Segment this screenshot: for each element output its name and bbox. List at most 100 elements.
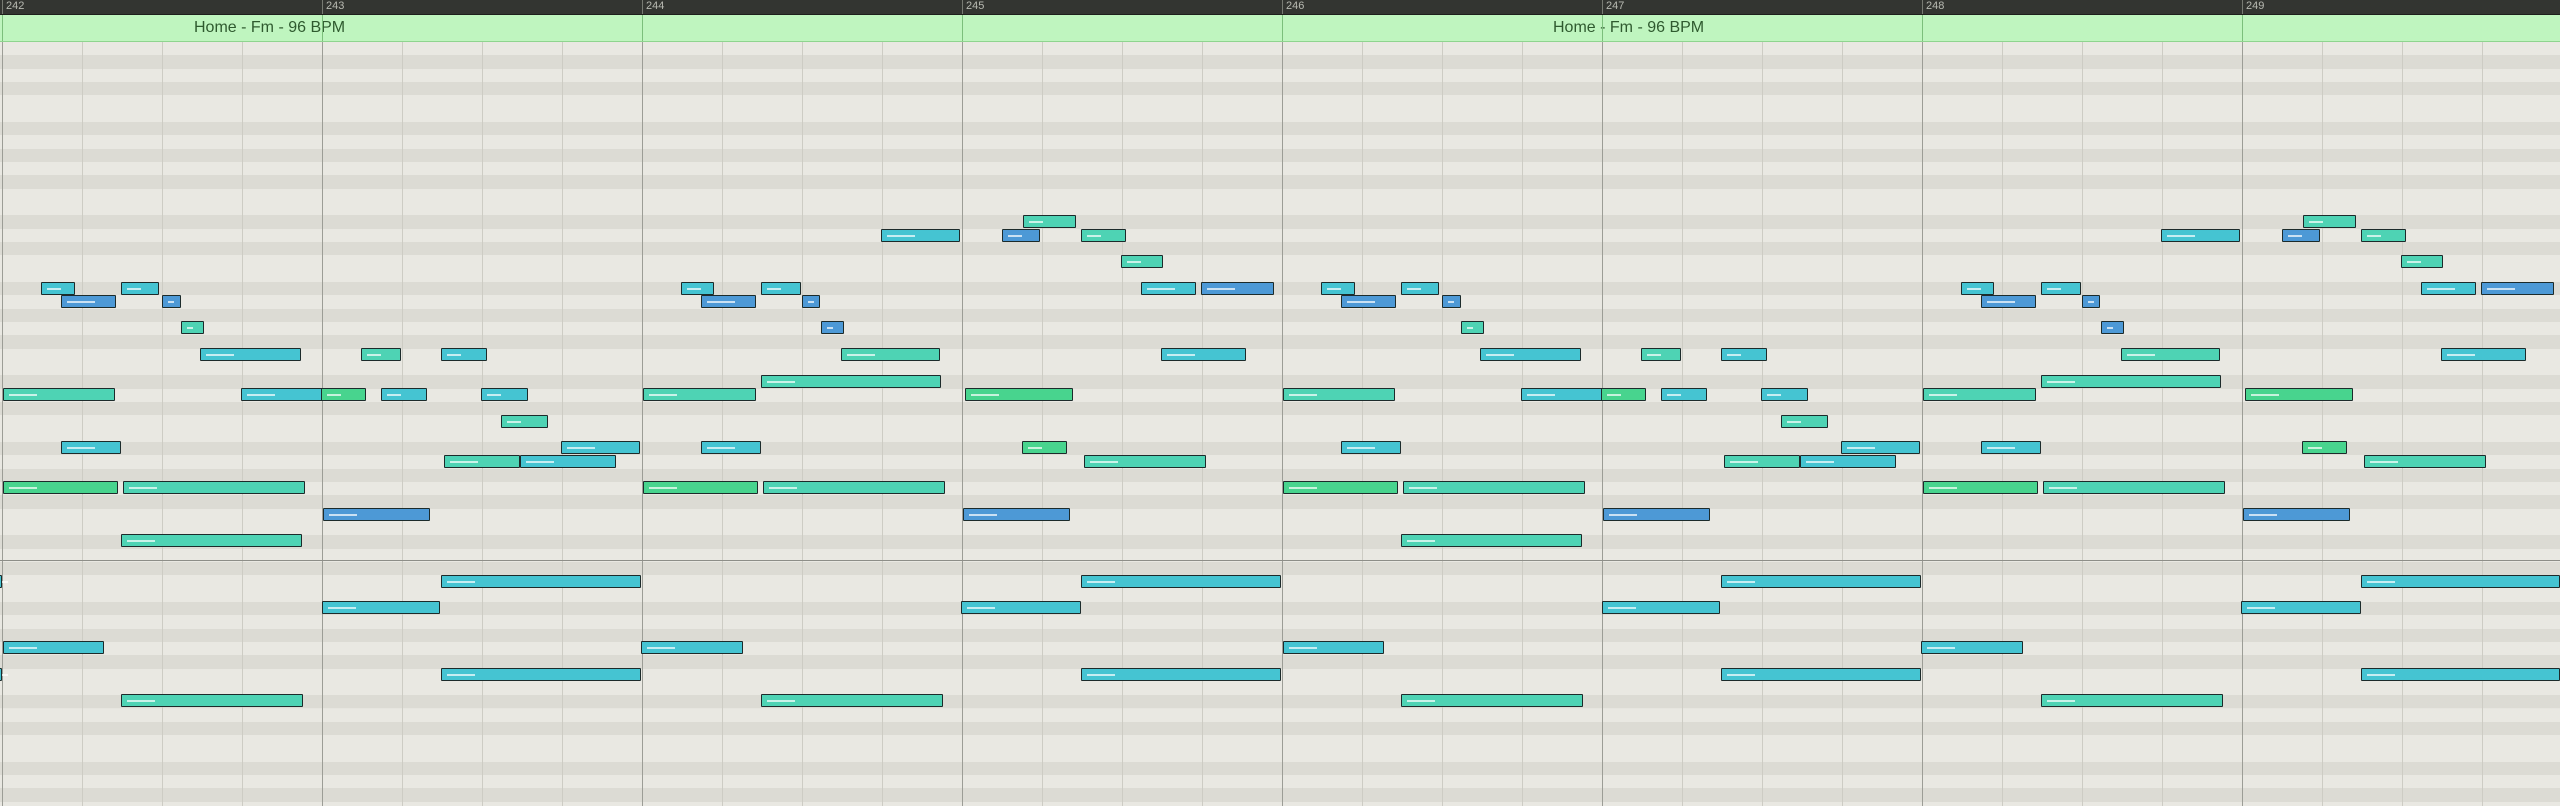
section-marker[interactable]: Home - Fm - 96 BPM bbox=[1553, 20, 1704, 36]
midi-note[interactable] bbox=[61, 295, 116, 308]
midi-note[interactable] bbox=[701, 295, 756, 308]
midi-note[interactable] bbox=[241, 388, 323, 401]
midi-note[interactable] bbox=[1401, 534, 1582, 547]
midi-note[interactable] bbox=[2241, 601, 2361, 614]
midi-note[interactable] bbox=[322, 601, 440, 614]
midi-note[interactable] bbox=[41, 282, 75, 295]
midi-note[interactable] bbox=[1923, 481, 2038, 494]
midi-note[interactable] bbox=[1023, 215, 1076, 228]
midi-note[interactable] bbox=[1121, 255, 1163, 268]
midi-note[interactable] bbox=[1401, 694, 1583, 707]
midi-note[interactable] bbox=[1401, 282, 1439, 295]
midi-note[interactable] bbox=[61, 441, 121, 454]
midi-note[interactable] bbox=[2101, 321, 2124, 334]
midi-note[interactable] bbox=[2401, 255, 2443, 268]
midi-note[interactable] bbox=[321, 388, 366, 401]
midi-note[interactable] bbox=[1141, 282, 1196, 295]
midi-note[interactable] bbox=[1923, 388, 2036, 401]
midi-note[interactable] bbox=[121, 694, 303, 707]
midi-note[interactable] bbox=[2282, 229, 2320, 242]
midi-note[interactable] bbox=[1721, 575, 1921, 588]
midi-note[interactable] bbox=[761, 282, 801, 295]
midi-note[interactable] bbox=[1081, 575, 1281, 588]
midi-note[interactable] bbox=[444, 455, 520, 468]
bar-number[interactable]: 247 bbox=[1606, 1, 1624, 12]
midi-note[interactable] bbox=[641, 641, 743, 654]
midi-note[interactable] bbox=[520, 455, 616, 468]
midi-note[interactable] bbox=[2361, 229, 2406, 242]
midi-note[interactable] bbox=[881, 229, 960, 242]
midi-note[interactable] bbox=[0, 668, 8, 681]
midi-note[interactable] bbox=[3, 641, 104, 654]
midi-note[interactable] bbox=[701, 441, 761, 454]
bar-number[interactable]: 249 bbox=[2246, 1, 2264, 12]
midi-note[interactable] bbox=[841, 348, 940, 361]
midi-note[interactable] bbox=[1921, 641, 2023, 654]
midi-note[interactable] bbox=[1603, 508, 1710, 521]
piano-roll-editor[interactable]: 242 243 244 245 246 247 248 249 Home - Fm - 96 … bbox=[0, 0, 2560, 806]
midi-note[interactable] bbox=[1981, 441, 2041, 454]
midi-note[interactable] bbox=[121, 534, 302, 547]
note-grid[interactable] bbox=[0, 42, 2560, 806]
marker-lane[interactable]: Home - Fm - 96 BPM Home - Fm - 96 BPM bbox=[0, 15, 2560, 42]
midi-note[interactable] bbox=[561, 441, 640, 454]
midi-note[interactable] bbox=[1601, 388, 1646, 401]
midi-note[interactable] bbox=[2441, 348, 2526, 361]
midi-note[interactable] bbox=[3, 481, 118, 494]
midi-note[interactable] bbox=[2364, 455, 2486, 468]
midi-note[interactable] bbox=[121, 282, 159, 295]
midi-note[interactable] bbox=[1341, 441, 1401, 454]
midi-note[interactable] bbox=[643, 481, 758, 494]
midi-note[interactable] bbox=[2121, 348, 2220, 361]
midi-note[interactable] bbox=[1084, 455, 1206, 468]
midi-note[interactable] bbox=[963, 508, 1070, 521]
timeline-ruler[interactable]: 242 243 244 245 246 247 248 249 bbox=[0, 0, 2560, 15]
midi-note[interactable] bbox=[501, 415, 548, 428]
midi-note[interactable] bbox=[381, 388, 427, 401]
midi-note[interactable] bbox=[1761, 388, 1808, 401]
midi-note[interactable] bbox=[1161, 348, 1246, 361]
midi-note[interactable] bbox=[961, 601, 1081, 614]
midi-note[interactable] bbox=[2421, 282, 2476, 295]
midi-note[interactable] bbox=[2041, 694, 2223, 707]
midi-note[interactable] bbox=[1022, 441, 1067, 454]
bar-number[interactable]: 243 bbox=[326, 1, 344, 12]
midi-note[interactable] bbox=[763, 481, 945, 494]
midi-note[interactable] bbox=[1461, 321, 1484, 334]
midi-note[interactable] bbox=[1602, 601, 1720, 614]
midi-note[interactable] bbox=[761, 694, 943, 707]
midi-note[interactable] bbox=[1002, 229, 1040, 242]
midi-note[interactable] bbox=[643, 388, 756, 401]
midi-note[interactable] bbox=[2361, 575, 2560, 588]
midi-note[interactable] bbox=[2303, 215, 2356, 228]
midi-note[interactable] bbox=[2243, 508, 2350, 521]
midi-note[interactable] bbox=[123, 481, 305, 494]
midi-note[interactable] bbox=[2082, 295, 2100, 308]
midi-note[interactable] bbox=[1081, 229, 1126, 242]
midi-note[interactable] bbox=[1480, 348, 1581, 361]
midi-note[interactable] bbox=[1641, 348, 1681, 361]
midi-note[interactable] bbox=[441, 348, 487, 361]
midi-note[interactable] bbox=[2041, 375, 2221, 388]
bar-number[interactable]: 242 bbox=[6, 1, 24, 12]
midi-note[interactable] bbox=[2161, 229, 2240, 242]
midi-note[interactable] bbox=[1961, 282, 1994, 295]
midi-note[interactable] bbox=[1521, 388, 1603, 401]
midi-note[interactable] bbox=[1283, 641, 1384, 654]
midi-note[interactable] bbox=[761, 375, 941, 388]
bar-number[interactable]: 245 bbox=[966, 1, 984, 12]
midi-note[interactable] bbox=[181, 321, 204, 334]
midi-note[interactable] bbox=[361, 348, 401, 361]
midi-note[interactable] bbox=[2361, 668, 2560, 681]
midi-note[interactable] bbox=[2041, 282, 2081, 295]
bar-number[interactable]: 248 bbox=[1926, 1, 1944, 12]
midi-note[interactable] bbox=[1781, 415, 1828, 428]
midi-note[interactable] bbox=[1800, 455, 1896, 468]
midi-note[interactable] bbox=[441, 575, 641, 588]
midi-note[interactable] bbox=[2043, 481, 2225, 494]
midi-note[interactable] bbox=[802, 295, 820, 308]
midi-note[interactable] bbox=[323, 508, 430, 521]
midi-note[interactable] bbox=[1721, 668, 1921, 681]
midi-note[interactable] bbox=[200, 348, 301, 361]
midi-note[interactable] bbox=[3, 388, 115, 401]
